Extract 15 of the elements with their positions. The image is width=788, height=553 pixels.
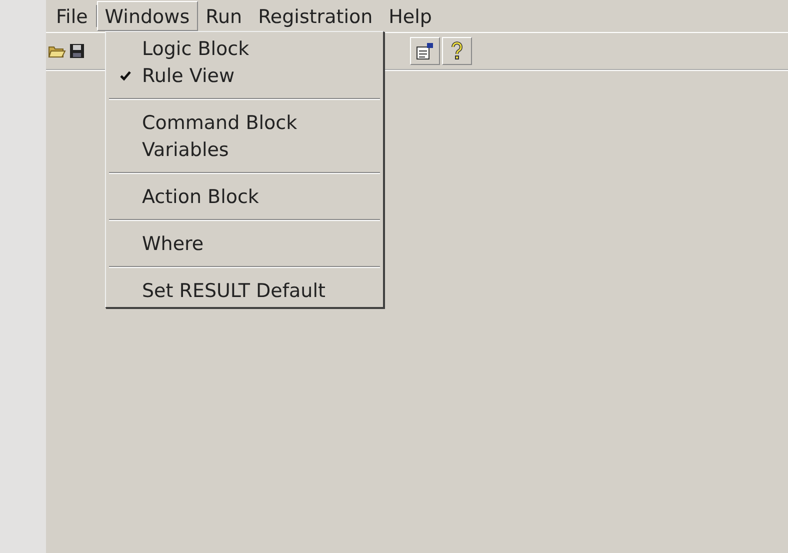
menu-item[interactable]: Registration xyxy=(250,1,381,31)
menu-item[interactable]: Help xyxy=(380,1,440,31)
help-icon[interactable] xyxy=(442,37,472,65)
checkmark-icon xyxy=(120,70,130,80)
menu-option[interactable]: Set RESULT Default xyxy=(108,277,381,304)
menu-option[interactable]: Action Block xyxy=(108,183,381,210)
menu-option[interactable]: Rule View xyxy=(108,62,381,89)
menu-option[interactable]: Variables xyxy=(108,136,381,163)
menu-option[interactable]: Where xyxy=(108,230,381,257)
menu-option[interactable]: Logic Block xyxy=(108,35,381,62)
menu-item[interactable]: File xyxy=(48,1,96,31)
properties-icon[interactable] xyxy=(410,37,440,65)
menu-item[interactable]: Windows xyxy=(96,1,198,31)
menu-option[interactable]: Command Block xyxy=(108,109,381,136)
menu-item[interactable]: Run xyxy=(198,1,250,31)
